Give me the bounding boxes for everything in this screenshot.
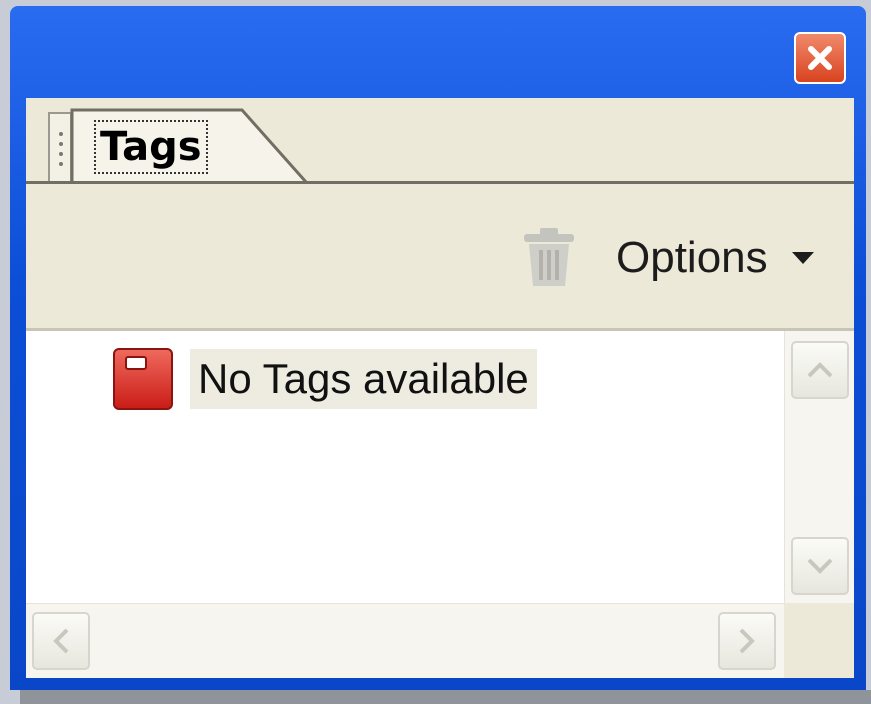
vertical-scrollbar[interactable] (784, 331, 854, 603)
tab-strip: Tags (26, 98, 854, 188)
trash-icon[interactable] (520, 226, 578, 288)
title-bar[interactable] (10, 6, 866, 96)
grip-icon (59, 132, 63, 166)
close-button[interactable] (794, 32, 846, 84)
tree-item[interactable]: No Tags available (112, 347, 537, 411)
scroll-left-arrow-icon (53, 628, 69, 654)
scroll-down-button[interactable] (791, 537, 849, 595)
scroll-up-arrow-icon (807, 362, 833, 378)
tab-label: Tags (94, 120, 208, 174)
scroll-up-button[interactable] (791, 341, 849, 399)
scroll-right-arrow-icon (739, 628, 755, 654)
horizontal-scrollbar[interactable] (26, 603, 784, 678)
tags-panel-window: Tags Options No Tags available (10, 6, 866, 690)
tag-icon (113, 348, 173, 410)
tab-tags[interactable]: Tags (70, 108, 310, 184)
close-icon (808, 46, 832, 70)
options-menu-button[interactable]: Options (616, 228, 814, 288)
window-shadow (20, 690, 871, 704)
scroll-down-arrow-icon (807, 558, 833, 574)
panel-client-area: Tags Options No Tags available (26, 98, 854, 678)
drag-grip[interactable] (48, 112, 72, 184)
tab-strip-divider (26, 181, 854, 184)
scroll-left-button[interactable] (32, 612, 90, 670)
tree-item-label: No Tags available (190, 349, 537, 409)
panel-toolbar: Options (26, 188, 854, 331)
scroll-right-button[interactable] (718, 612, 776, 670)
scrollbar-corner (784, 603, 854, 678)
tags-tree-view[interactable]: No Tags available (26, 331, 784, 603)
options-label: Options (616, 233, 768, 282)
dropdown-arrow-icon (791, 252, 814, 264)
